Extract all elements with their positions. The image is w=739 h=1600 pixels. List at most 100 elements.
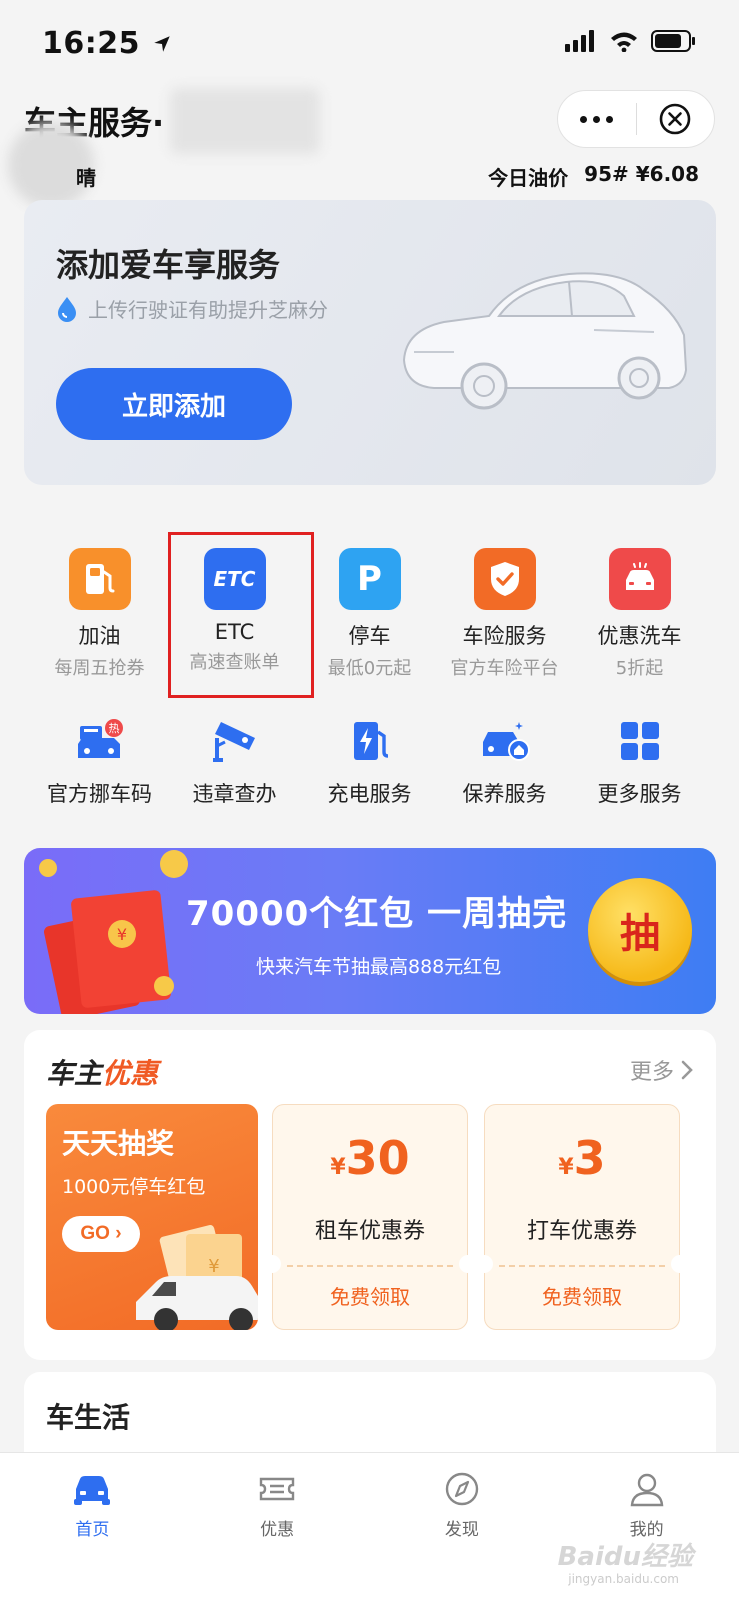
- service-fuel[interactable]: 加油 每周五抢券: [32, 548, 167, 680]
- tab-label: 首页: [75, 1520, 110, 1540]
- grid-icon: [609, 714, 671, 768]
- coupon-card[interactable]: ¥30 租车优惠券 免费领取: [263, 1104, 477, 1330]
- draw-button[interactable]: 抽: [588, 878, 692, 982]
- car-icon: [74, 1476, 111, 1505]
- coupon-divider: [499, 1265, 665, 1267]
- service-title: 保养服务: [462, 782, 547, 806]
- service-maintenance[interactable]: 保养服务: [437, 714, 572, 808]
- weather-text: 晴: [76, 166, 96, 190]
- status-time: 16:25: [42, 26, 173, 61]
- car-life-section: 车生活: [24, 1372, 716, 1452]
- red-envelope-illustration: ¥: [39, 850, 188, 1014]
- watermark: Baidu经验: [557, 1542, 693, 1572]
- promo-subtitle: 快来汽车节抽最高888元红包: [256, 956, 502, 978]
- service-parking[interactable]: P 停车 最低0元起: [302, 548, 437, 680]
- service-title: 车险服务: [462, 624, 547, 648]
- add-car-subtitle: 上传行驶证有助提升芝麻分: [56, 294, 328, 323]
- tab-deals[interactable]: 优惠: [185, 1453, 370, 1600]
- svg-text:¥: ¥: [208, 1256, 219, 1277]
- move-car-icon: 热: [69, 714, 131, 768]
- add-car-banner[interactable]: 添加爱车享服务 上传行驶证有助提升芝麻分 立即添加: [24, 200, 716, 485]
- service-car-wash[interactable]: 优惠洗车 5折起: [572, 548, 707, 680]
- deals-title: 车主优惠: [46, 1057, 159, 1090]
- watermark-url: jingyan.baidu.com: [568, 1572, 679, 1586]
- car-wash-icon: [608, 548, 671, 610]
- coupon-amount: ¥3: [558, 1131, 606, 1185]
- promo-title: 70000个红包 一周抽完: [186, 894, 568, 934]
- coupon-name: 打车优惠券: [526, 1219, 637, 1244]
- chevron-right-icon: [681, 1060, 693, 1080]
- shield-icon: [473, 548, 536, 610]
- fuel-icon: [68, 548, 131, 610]
- oil-price: 今日油价 95# ¥6.08: [488, 162, 699, 191]
- cellular-signal-icon: [565, 30, 594, 52]
- tab-home[interactable]: 首页: [0, 1453, 185, 1600]
- dot-icon: [593, 115, 601, 123]
- service-subtitle: 官方车险平台: [450, 658, 559, 679]
- close-button[interactable]: [637, 91, 715, 147]
- wifi-icon: [611, 32, 637, 52]
- lottery-subtitle: 1000元停车红包: [62, 1176, 206, 1198]
- services-row-2: 热 官方挪车码 违章查办 充电服务 保养服务 更多服务: [32, 714, 708, 808]
- service-subtitle: 每周五抢券: [54, 658, 145, 679]
- service-title: 停车: [348, 624, 391, 648]
- user-icon: [630, 1473, 663, 1507]
- service-title: 官方挪车码: [47, 782, 152, 806]
- car-illustration: [402, 272, 688, 410]
- owner-deals-card: 车主优惠 更多 天天抽奖 1000元停车红包 GO › ¥ ¥30 租车优惠券 …: [24, 1030, 716, 1360]
- service-subtitle: 最低0元起: [327, 658, 412, 679]
- add-car-button[interactable]: 立即添加: [56, 368, 292, 440]
- oil-price-value: ¥6.08: [635, 162, 699, 186]
- service-move-car[interactable]: 热 官方挪车码: [32, 714, 167, 808]
- red-packet-banner[interactable]: ¥ 70000个红包 一周抽完 快来汽车节抽最高888元红包 抽: [24, 848, 716, 1014]
- service-title: 充电服务: [327, 782, 412, 806]
- deals-more-link[interactable]: 更多: [630, 1054, 694, 1086]
- coupon-notch: [671, 1255, 689, 1273]
- compass-icon: [445, 1472, 479, 1506]
- status-bar: 16:25: [0, 0, 739, 84]
- tab-discover[interactable]: 发现: [370, 1453, 555, 1600]
- charging-icon: [339, 714, 401, 768]
- claim-button[interactable]: 免费领取: [273, 1281, 467, 1310]
- service-charging[interactable]: 充电服务: [302, 714, 437, 808]
- coupon-amount: ¥30: [330, 1131, 410, 1185]
- service-title: 更多服务: [597, 782, 682, 806]
- service-title: 违章查办: [192, 782, 277, 806]
- mini-program-capsule: [557, 90, 715, 148]
- svg-text:热: 热: [108, 722, 119, 735]
- service-insurance[interactable]: 车险服务 官方车险平台: [437, 548, 572, 680]
- maintenance-icon: [474, 714, 536, 768]
- service-more[interactable]: 更多服务: [572, 714, 707, 808]
- coupon-notch: [263, 1255, 281, 1273]
- coupon-divider: [287, 1265, 453, 1267]
- blurred-location: [170, 88, 320, 154]
- tab-label: 发现: [444, 1520, 479, 1540]
- location-arrow-icon: [154, 36, 170, 52]
- svg-text:¥: ¥: [117, 925, 127, 944]
- dot-icon: [606, 115, 614, 123]
- tab-label: 优惠: [260, 1520, 295, 1540]
- service-subtitle: 5折起: [615, 658, 664, 679]
- service-title: 优惠洗车: [597, 624, 682, 648]
- service-title: 加油: [78, 624, 121, 648]
- coupon-card[interactable]: ¥3 打车优惠券 免费领取: [475, 1104, 689, 1330]
- oil-grade: 95#: [584, 162, 629, 186]
- car-life-title: 车生活: [46, 1401, 131, 1434]
- oil-price-label: 今日油价: [488, 166, 569, 190]
- drop-icon: [58, 296, 76, 322]
- coupon-name: 租车优惠券: [314, 1219, 425, 1244]
- camera-icon: [204, 714, 266, 768]
- dot-icon: [580, 115, 588, 123]
- parking-icon: P: [338, 548, 401, 610]
- services-row-1: 加油 每周五抢券 ETC ETC 高速查账单 P 停车 最低0元起 车险服务 官…: [32, 548, 708, 680]
- lottery-title: 天天抽奖: [62, 1127, 175, 1160]
- service-violation[interactable]: 违章查办: [167, 714, 302, 808]
- more-menu-button[interactable]: [558, 91, 636, 147]
- status-icons: [565, 30, 697, 52]
- close-circle-icon: [659, 103, 691, 135]
- daily-lottery-card[interactable]: 天天抽奖 1000元停车红包 GO › ¥: [46, 1104, 258, 1330]
- add-car-title: 添加爱车享服务: [56, 246, 281, 284]
- claim-button[interactable]: 免费领取: [485, 1281, 679, 1310]
- ticket-icon: [259, 1477, 295, 1501]
- coupon-notch: [475, 1255, 493, 1273]
